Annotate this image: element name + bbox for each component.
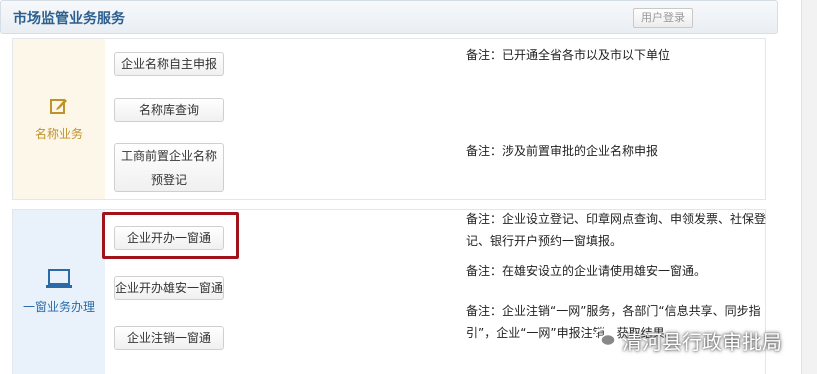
note-xiongan: 备注：在雄安设立的企业请使用雄安一窗通。 bbox=[466, 264, 707, 278]
category-window-business: 一窗业务办理 bbox=[13, 210, 105, 374]
scrollbar[interactable] bbox=[801, 0, 817, 374]
category-name-business: 名称业务 bbox=[13, 39, 105, 199]
note-enterprise-open: 备注：企业设立登记、印章网点查询、申领发票、社保登记、银行开户预约一窗填报。 bbox=[466, 212, 767, 248]
name-self-declare-button[interactable]: 企业名称自主申报 bbox=[114, 52, 224, 76]
name-pre-registration-button[interactable]: 工商前置企业名称预登记 bbox=[114, 143, 224, 192]
edit-icon bbox=[49, 96, 69, 119]
page-header: 市场监管业务服务 用户登录 bbox=[0, 0, 778, 34]
monitor-icon bbox=[45, 269, 73, 292]
login-button[interactable]: 用户登录 bbox=[633, 8, 693, 28]
page-title: 市场监管业务服务 bbox=[13, 11, 125, 27]
watermark-text: 清河县行政审批局 bbox=[622, 329, 782, 354]
enterprise-cancel-window-button[interactable]: 企业注销一窗通 bbox=[114, 326, 224, 350]
category-label: 一窗业务办理 bbox=[22, 300, 95, 314]
name-library-query-button[interactable]: 名称库查询 bbox=[114, 98, 224, 122]
xiongan-window-button[interactable]: 企业开办雄安一窗通 bbox=[114, 276, 224, 300]
highlight-box bbox=[102, 212, 239, 259]
category-label: 名称业务 bbox=[34, 127, 83, 141]
watermark: 清河县行政审批局 bbox=[594, 322, 782, 358]
note-name-self-declare: 备注：已开通全省各市以及市以下单位 bbox=[466, 48, 671, 62]
note-name-pre-registration: 备注：涉及前置审批的企业名称申报 bbox=[466, 144, 659, 158]
wechat-icon bbox=[594, 328, 616, 353]
